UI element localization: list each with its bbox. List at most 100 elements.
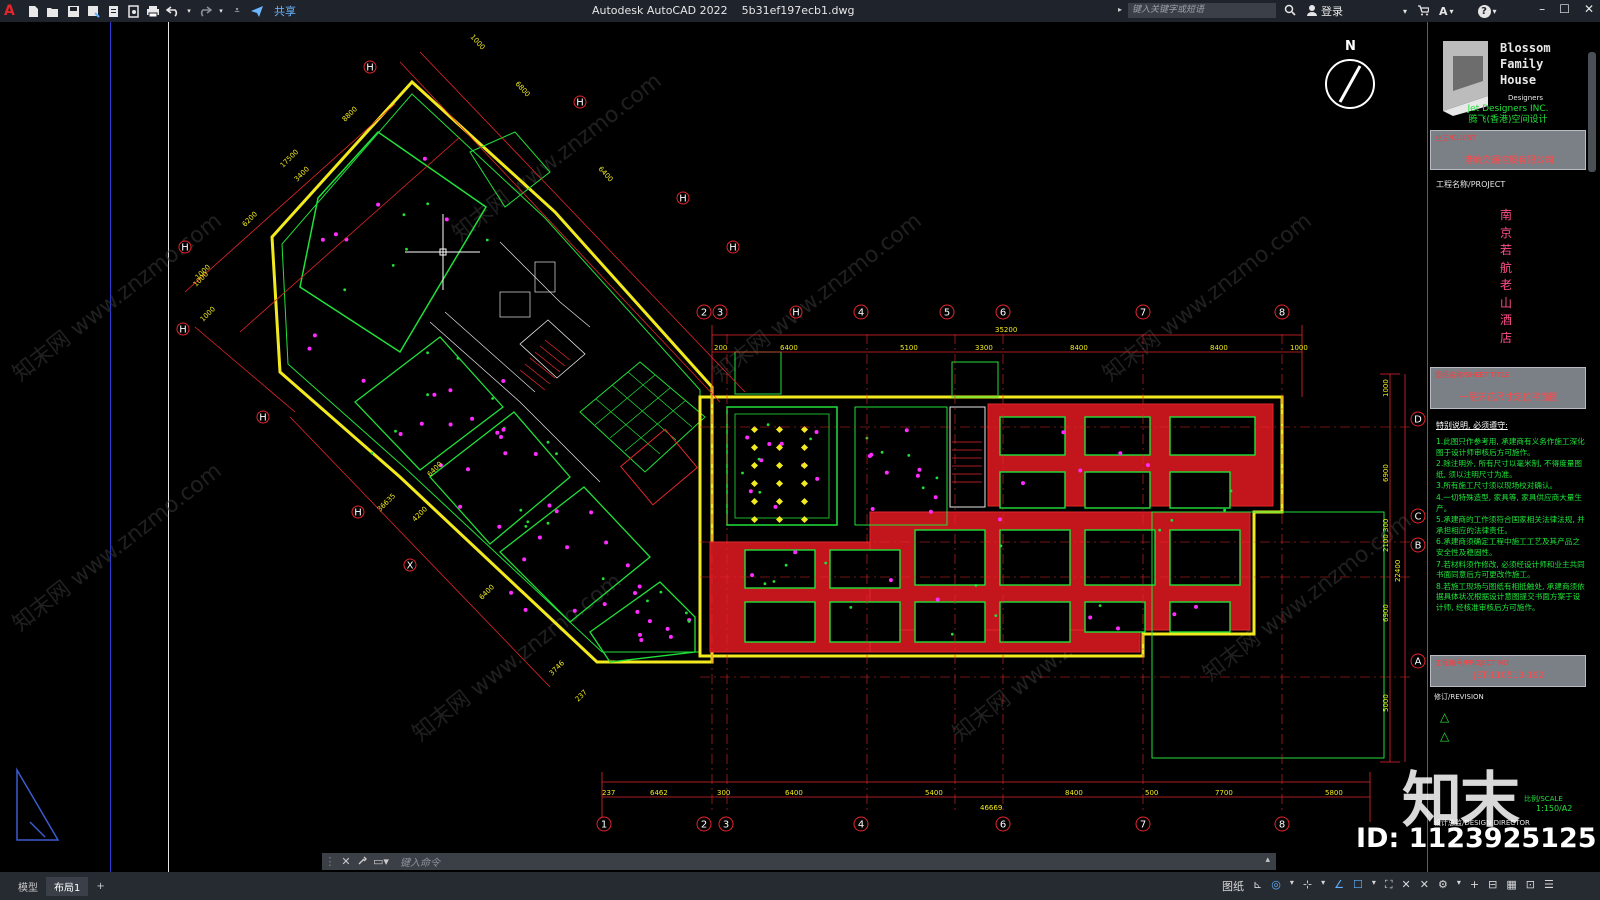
annotation-monitor-icon[interactable]: + bbox=[1470, 878, 1479, 894]
grid-bubble: X bbox=[403, 558, 417, 572]
osnap-dropdown-icon[interactable]: ▾ bbox=[1372, 878, 1376, 894]
object-snap-tracking-icon[interactable]: ∠ bbox=[1334, 878, 1344, 894]
undo-icon[interactable] bbox=[166, 4, 180, 18]
open-icon[interactable] bbox=[46, 4, 60, 18]
user-icon[interactable] bbox=[1306, 4, 1318, 19]
selection-cycling-icon[interactable]: ⛶ bbox=[1385, 878, 1393, 894]
light-fixture bbox=[999, 544, 1003, 548]
tab-layout1[interactable]: 布局1 bbox=[46, 876, 89, 896]
light-fixture bbox=[320, 237, 325, 242]
dimension-label: 5400 bbox=[925, 789, 943, 797]
search-icon[interactable] bbox=[1284, 4, 1296, 19]
clean-screen-icon[interactable]: ⊡ bbox=[1526, 878, 1535, 894]
grid-bubble: 7 bbox=[1135, 816, 1151, 832]
print-icon[interactable] bbox=[146, 4, 160, 18]
customize-command-icon[interactable] bbox=[354, 855, 370, 869]
customization-menu-icon[interactable]: ☰ bbox=[1544, 878, 1554, 894]
plot-preview-icon[interactable] bbox=[126, 4, 140, 18]
quick-access-toolbar: A ▾ ▾ ⩡ 共享 bbox=[0, 3, 296, 19]
login-link[interactable]: 登录 bbox=[1321, 3, 1343, 19]
vertical-scrollbar[interactable] bbox=[1588, 52, 1596, 172]
help-icon[interactable]: ? bbox=[1477, 4, 1491, 18]
grid-bubble: H bbox=[351, 505, 365, 519]
light-fixture bbox=[466, 467, 470, 472]
paper-space-toggle[interactable]: 图纸 bbox=[1222, 878, 1244, 894]
autodesk-a-icon[interactable]: A bbox=[1439, 5, 1448, 18]
share-label[interactable]: 共享 bbox=[274, 3, 296, 19]
dimension-label: 200 bbox=[714, 344, 727, 352]
a-dropdown-icon[interactable]: ▾ bbox=[1450, 7, 1454, 16]
grip-handle-icon[interactable]: ⋮ bbox=[322, 855, 338, 868]
dimension-label: 8400 bbox=[1065, 789, 1083, 797]
floor-plan-drawing[interactable]: 知末网 www.znzmo.com 知末网 www.znzmo.com 知末网 … bbox=[0, 22, 1430, 872]
isodraft-icon[interactable]: ⊹ bbox=[1303, 878, 1312, 894]
light-fixture bbox=[523, 607, 528, 612]
status-bar: 模型 布局1 + 图纸 ⊾ ◎ ▾ ⊹ ▾ ∠ ☐ ▾ ⛶ ✕ ✕ ⚙ ▾ + … bbox=[0, 872, 1600, 900]
add-layout-button[interactable]: + bbox=[88, 879, 112, 894]
light-fixture bbox=[343, 288, 347, 292]
maximize-icon[interactable]: ☐ bbox=[1559, 2, 1570, 16]
grid-bubble-label: D bbox=[1414, 415, 1422, 426]
dimension-label: 6800 bbox=[514, 80, 532, 99]
workspace-dropdown-icon[interactable]: ▾ bbox=[1457, 878, 1461, 894]
publish-icon[interactable] bbox=[106, 4, 120, 18]
dimension-label: 237 bbox=[574, 688, 589, 703]
grid-bubble: 2 bbox=[696, 816, 712, 832]
light-fixture bbox=[419, 421, 424, 426]
grid-bubble: 3 bbox=[718, 816, 734, 832]
quick-properties-icon[interactable]: ▦ bbox=[1506, 878, 1516, 894]
help-dropdown-icon[interactable]: ▾ bbox=[1493, 7, 1497, 16]
image-id-text: ID: 1123925125 bbox=[1356, 823, 1597, 854]
redo-dropdown-icon[interactable]: ▾ bbox=[218, 4, 224, 18]
polar-tracking-icon[interactable]: ◎ bbox=[1271, 878, 1281, 894]
search-expand-icon[interactable]: ▸ bbox=[1118, 5, 1122, 14]
redo-icon[interactable] bbox=[198, 4, 212, 18]
annotation-scale-icon[interactable]: ✕ bbox=[1402, 878, 1411, 894]
svg-text:Designers: Designers bbox=[1508, 94, 1543, 102]
minimize-icon[interactable]: – bbox=[1539, 2, 1545, 16]
grid-bubble: H bbox=[726, 240, 740, 254]
grid-bubble-label: 8 bbox=[1279, 820, 1285, 831]
company-name: Jet Designers INC. 腾飞(香港)空间设计 bbox=[1428, 104, 1588, 126]
iso-dropdown-icon[interactable]: ▾ bbox=[1321, 878, 1325, 894]
light-fixture bbox=[1118, 451, 1123, 456]
workspace-gear-icon[interactable]: ⚙ bbox=[1438, 878, 1448, 894]
recent-commands-icon[interactable]: ▭▾ bbox=[370, 855, 392, 868]
object-snap-icon[interactable]: ☐ bbox=[1353, 878, 1363, 894]
dimension-label: 7700 bbox=[1215, 789, 1233, 797]
drawing-canvas[interactable]: 知末网 www.znzmo.com 知末网 www.znzmo.com 知末网 … bbox=[0, 22, 1600, 872]
close-command-icon[interactable]: ✕ bbox=[338, 855, 354, 868]
units-icon[interactable]: ⊟ bbox=[1488, 878, 1497, 894]
save-icon[interactable] bbox=[66, 4, 80, 18]
command-history-arrow-icon[interactable]: ▴ bbox=[1265, 855, 1270, 865]
dimension-label: 500 bbox=[1145, 789, 1158, 797]
tab-model[interactable]: 模型 bbox=[10, 877, 46, 896]
project-no-value: JET-110513-192 bbox=[1473, 671, 1545, 681]
command-input[interactable]: 键入命令 bbox=[400, 854, 440, 869]
share-icon[interactable] bbox=[250, 4, 264, 18]
grid-bubble-label: 7 bbox=[1140, 820, 1146, 831]
autocad-app-menu-button[interactable]: A bbox=[4, 3, 20, 19]
close-icon[interactable]: ✕ bbox=[1584, 2, 1594, 16]
light-fixture bbox=[554, 509, 559, 514]
polar-dropdown-icon[interactable]: ▾ bbox=[1290, 878, 1294, 894]
dimension-label: 3300 bbox=[975, 344, 993, 352]
ceiling-panel bbox=[999, 416, 1066, 456]
snap-icon[interactable]: ⊾ bbox=[1253, 878, 1262, 894]
grid-bubble-label: 6 bbox=[1000, 820, 1006, 831]
undo-dropdown-icon[interactable]: ▾ bbox=[186, 4, 192, 18]
dimension-label: 6200 bbox=[241, 210, 259, 228]
light-fixture bbox=[637, 584, 642, 589]
cart-icon[interactable] bbox=[1417, 4, 1430, 19]
grid-bubble: 8 bbox=[1274, 304, 1290, 320]
ceiling-panel bbox=[1169, 416, 1256, 456]
light-fixture bbox=[635, 609, 640, 614]
save-as-icon[interactable] bbox=[86, 4, 100, 18]
customize-icon[interactable]: ⩡ bbox=[230, 4, 244, 18]
login-dropdown-icon[interactable]: ▾ bbox=[1403, 7, 1407, 16]
grid-bubble-label: 7 bbox=[1140, 308, 1146, 319]
annotation-visibility-icon[interactable]: ✕ bbox=[1420, 878, 1429, 894]
grid-bubble: H bbox=[573, 95, 587, 109]
new-icon[interactable] bbox=[26, 4, 40, 18]
search-input[interactable]: 键入关键字或短语 bbox=[1128, 3, 1276, 18]
